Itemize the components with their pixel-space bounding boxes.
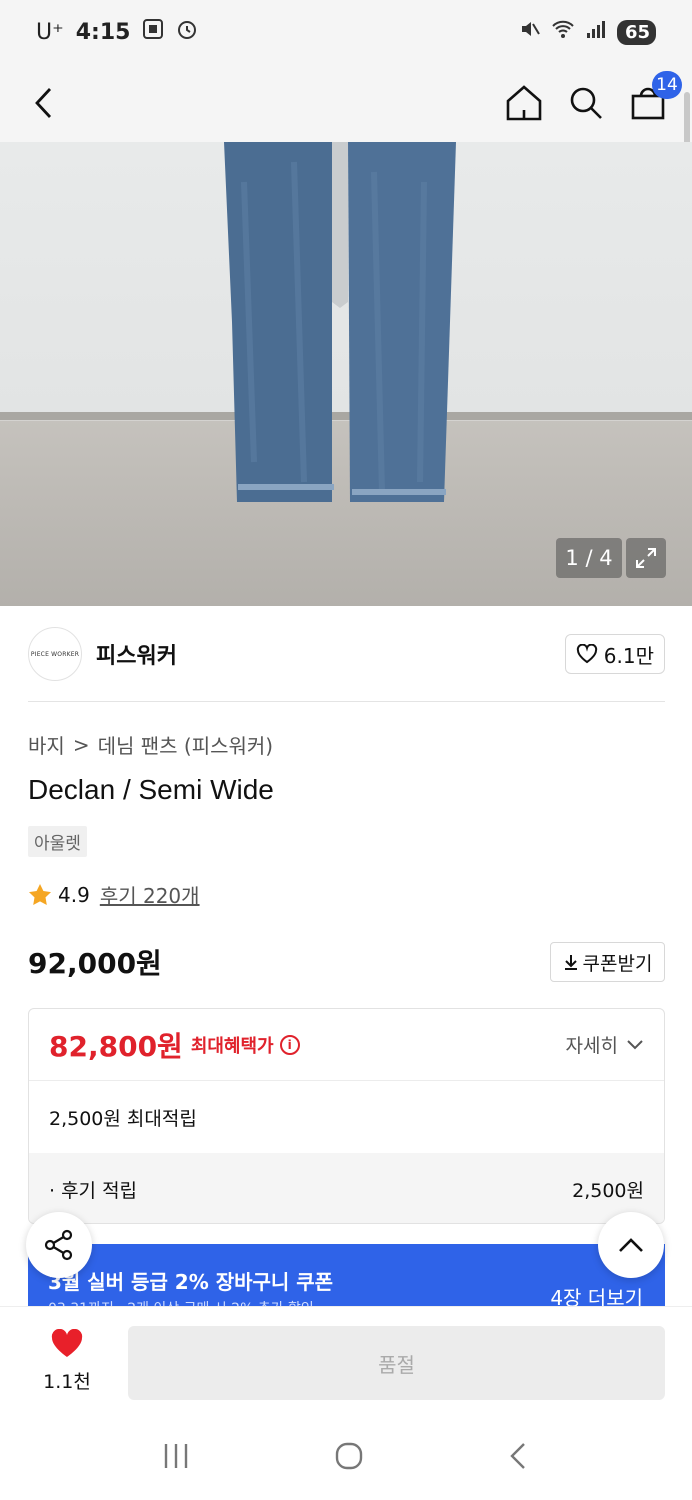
detail-label: 자세히: [565, 1035, 618, 1057]
brand-row[interactable]: PIECE WORKER 피스워커 6.1만: [28, 626, 665, 682]
info-icon[interactable]: i: [279, 1034, 300, 1055]
recent-apps-icon: [164, 1444, 188, 1468]
search-button[interactable]: [566, 83, 606, 123]
detail-toggle[interactable]: 자세히: [566, 1031, 644, 1058]
rating-row: 4.9 후기 220개: [28, 880, 200, 909]
jeans-illustration: [224, 142, 456, 502]
breadcrumb-separator: >: [72, 732, 90, 757]
chevron-left-icon: [35, 88, 52, 118]
expand-button[interactable]: [626, 538, 666, 578]
chevron-down-icon: [627, 1039, 643, 1049]
cart-badge: 14: [652, 71, 682, 99]
carrier-label: U⁺: [36, 19, 64, 45]
promo-subtitle: 03.31까지 · 2개 이상 구매 시 2% 추가 할인: [48, 1298, 314, 1306]
scroll-top-button[interactable]: [598, 1212, 664, 1278]
review-points-row: · 후기 적립 2,500원: [29, 1153, 664, 1223]
breadcrumb-subcategory[interactable]: 데님 팬츠 (피스워커): [98, 730, 274, 759]
download-icon: [564, 955, 577, 970]
max-points-row: 2,500원 최대적립: [29, 1081, 664, 1153]
review-points-amount: 2,500원: [572, 1179, 644, 1202]
reviews-link[interactable]: 후기 220개: [100, 880, 200, 909]
original-price: 92,000원: [28, 947, 162, 980]
coupon-label: 쿠폰받기: [582, 952, 653, 975]
star-icon: [29, 883, 51, 905]
promo-more-link[interactable]: 4장 더보기: [550, 1282, 643, 1306]
product-title: Declan / Semi Wide: [28, 774, 274, 805]
brand-like-button[interactable]: 6.1만: [564, 634, 665, 674]
search-icon: [570, 87, 602, 119]
wifi-icon: [551, 19, 575, 45]
mute-icon: [519, 18, 541, 46]
recent-apps-button[interactable]: [162, 1442, 190, 1474]
wish-button[interactable]: 1.1천: [28, 1329, 106, 1394]
back-nav-icon: [510, 1443, 525, 1469]
breadcrumb: 바지 > 데님 팬츠 (피스워커): [28, 730, 273, 759]
home-button[interactable]: [504, 83, 544, 123]
divider: [28, 701, 665, 702]
sale-label: 최대혜택가: [190, 1035, 274, 1057]
sale-price: 82,800원: [49, 1029, 183, 1063]
breadcrumb-category[interactable]: 바지: [28, 730, 65, 759]
image-counter: 1 / 4: [556, 538, 622, 578]
promo-banner[interactable]: 3월 실버 등급 2% 장바구니 쿠폰 03.31까지 · 2개 이상 구매 시…: [28, 1244, 665, 1306]
share-icon: [44, 1229, 73, 1261]
back-nav-button[interactable]: [508, 1441, 530, 1475]
signal-icon: [585, 19, 607, 45]
brand-logo[interactable]: PIECE WORKER: [28, 627, 82, 681]
home-icon: [506, 85, 542, 121]
system-nav: [0, 1416, 692, 1500]
soldout-button[interactable]: 품절: [128, 1326, 665, 1400]
heart-filled-icon: [51, 1329, 83, 1357]
promo-title: 3월 실버 등급 2% 장바구니 쿠폰: [48, 1270, 334, 1294]
home-circle-icon: [335, 1442, 363, 1470]
screenshot-icon: [142, 18, 164, 46]
alarm-icon: [176, 18, 198, 46]
max-points: 2,500원 최대적립: [49, 1107, 197, 1130]
rating-value: 4.9: [58, 882, 90, 907]
coupon-button[interactable]: 쿠폰받기: [550, 942, 665, 982]
outlet-tag: 아울렛: [28, 826, 87, 857]
brand-name[interactable]: 피스워커: [96, 638, 177, 670]
top-nav: 14: [0, 64, 692, 142]
benefit-box: 82,800원 최대혜택가 i 자세히 2,500원 최대적립 · 후기 적립 …: [28, 1008, 665, 1224]
brand-like-count: 6.1만: [603, 643, 654, 668]
wish-count: 1.1천: [43, 1371, 91, 1393]
share-button[interactable]: [26, 1212, 92, 1278]
battery-indicator: 65: [616, 19, 656, 45]
back-button[interactable]: [24, 83, 64, 123]
review-points-label: · 후기 적립: [49, 1179, 138, 1202]
cart-button[interactable]: 14: [628, 71, 682, 123]
status-bar: U⁺ 4:15 65: [0, 0, 692, 64]
chevron-up-icon: [619, 1238, 643, 1252]
status-time: 4:15: [75, 19, 131, 45]
max-benefit-row[interactable]: 82,800원 최대혜택가 i 자세히: [29, 1009, 664, 1081]
home-nav-button[interactable]: [334, 1441, 364, 1475]
product-image[interactable]: 1 / 4: [0, 142, 692, 606]
bottom-action-bar: 1.1천 품절: [0, 1306, 692, 1416]
heart-outline-icon: [576, 644, 597, 664]
expand-icon: [636, 548, 656, 568]
